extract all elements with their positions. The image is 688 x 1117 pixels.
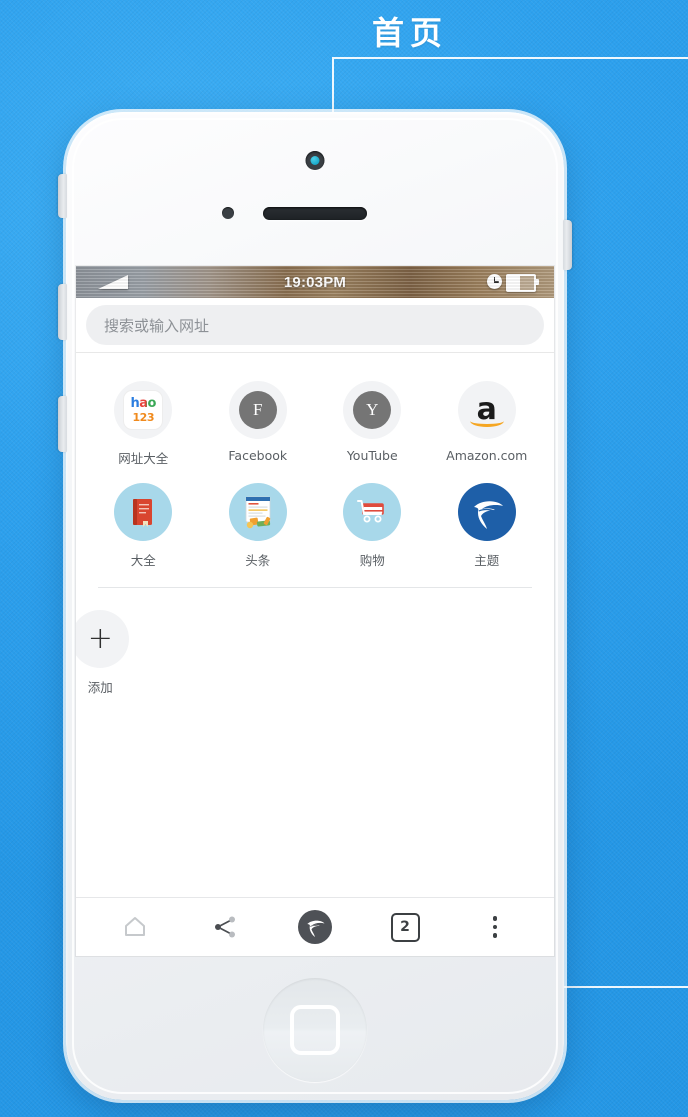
shortcut-label: 主题 <box>474 553 500 568</box>
silent-switch-button[interactable] <box>58 174 67 218</box>
brand-swirl-icon <box>307 920 325 938</box>
theme-swirl-icon-svg <box>473 501 503 529</box>
book-icon-svg <box>133 499 153 527</box>
amazon-swoosh-icon <box>469 415 504 427</box>
browser-bottom-toolbar: 2 <box>76 897 554 956</box>
plus-icon: + <box>76 610 130 668</box>
youtube-letter: Y <box>353 391 392 429</box>
shortcut-youtube[interactable]: Y YouTube <box>315 375 430 477</box>
battery-icon <box>506 274 539 292</box>
battery-fill <box>508 276 520 290</box>
news-icon-svg <box>245 496 271 529</box>
facebook-letter: F <box>238 391 277 429</box>
url-bar-container: 搜索或输入网址 <box>76 298 554 353</box>
shortcut-amazon[interactable]: a Amazon.com <box>430 375 545 477</box>
homepage-content: hao 123 网址大全 F Facebook Y YouTube a Amaz… <box>76 353 554 897</box>
shortcut-hao123[interactable]: hao 123 网址大全 <box>86 375 201 477</box>
shortcut-label: Amazon.com <box>446 448 528 463</box>
shortcut-label: 购物 <box>359 553 385 568</box>
phone-device-mockup: 19:03PM 搜索或输入网址 hao 123 网址大全 F Facebook … <box>58 112 572 1100</box>
shortcut-facebook[interactable]: F Facebook <box>201 375 316 477</box>
tab-count-badge: 2 <box>390 912 420 942</box>
volume-down-button[interactable] <box>58 396 67 452</box>
clock-icon <box>487 274 502 289</box>
theme-swirl-icon <box>457 483 516 541</box>
facebook-icon: F <box>228 381 287 439</box>
menu-dot <box>492 916 498 921</box>
book-icon <box>114 483 173 541</box>
shortcut-label: Facebook <box>228 448 288 463</box>
camera-lens <box>310 156 320 165</box>
home-button-square <box>290 1005 340 1055</box>
news-icon <box>228 483 287 541</box>
shortcut-grid-row-2: 大全 头条 购物 主题 <box>76 477 554 579</box>
proximity-sensor-icon <box>222 207 234 219</box>
amazon-icon: a <box>457 381 516 439</box>
search-input-placeholder: 搜索或输入网址 <box>104 316 210 335</box>
brand-logo-button[interactable] <box>292 904 338 950</box>
share-icon <box>215 916 235 938</box>
add-shortcut-label: 添加 <box>87 680 113 695</box>
hao123-icon-bottom-text: 123 <box>132 411 155 424</box>
youtube-icon: Y <box>343 381 402 439</box>
shortcut-label: YouTube <box>346 448 398 463</box>
shortcut-label: 大全 <box>130 553 156 568</box>
more-menu-button[interactable] <box>472 904 518 950</box>
earpiece-speaker-icon <box>263 207 367 220</box>
shortcut-theme[interactable]: 主题 <box>430 477 545 579</box>
shortcut-shopping[interactable]: 购物 <box>315 477 430 579</box>
phone-screen: 19:03PM 搜索或输入网址 hao 123 网址大全 F Facebook … <box>76 266 554 956</box>
volume-up-button[interactable] <box>58 284 67 340</box>
share-button[interactable] <box>202 904 248 950</box>
power-button[interactable] <box>563 220 572 270</box>
status-bar-clock: 19:03PM <box>283 273 347 291</box>
home-icon <box>125 917 145 936</box>
shortcut-toutiao[interactable]: 头条 <box>201 477 316 579</box>
search-input[interactable]: 搜索或输入网址 <box>86 305 544 345</box>
add-shortcut-button[interactable]: + 添加 <box>76 604 130 706</box>
shortcut-label: 网址大全 <box>118 451 169 466</box>
add-shortcut-row: + 添加 <box>76 588 554 706</box>
hao123-tile: hao 123 <box>124 391 163 429</box>
tab-switcher-button[interactable]: 2 <box>382 904 428 950</box>
home-button-icon[interactable] <box>263 978 367 1082</box>
hao123-icon-top-text: hao <box>130 396 157 411</box>
status-bar: 19:03PM <box>76 266 554 298</box>
shortcut-label: 头条 <box>245 553 271 568</box>
shortcut-grid-row-1: hao 123 网址大全 F Facebook Y YouTube a Amaz… <box>76 375 554 477</box>
menu-dot <box>492 933 498 938</box>
brand-logo-icon <box>298 910 332 944</box>
shortcut-daquan[interactable]: 大全 <box>86 477 201 579</box>
home-button[interactable] <box>112 904 158 950</box>
more-menu-icon <box>492 916 498 938</box>
shopping-cart-icon <box>343 483 402 541</box>
shopping-cart-icon-svg <box>357 500 385 523</box>
menu-dot <box>492 924 498 930</box>
front-camera-icon <box>305 151 325 170</box>
page-title: 首页 <box>372 14 449 52</box>
hao123-icon: hao 123 <box>114 381 173 439</box>
